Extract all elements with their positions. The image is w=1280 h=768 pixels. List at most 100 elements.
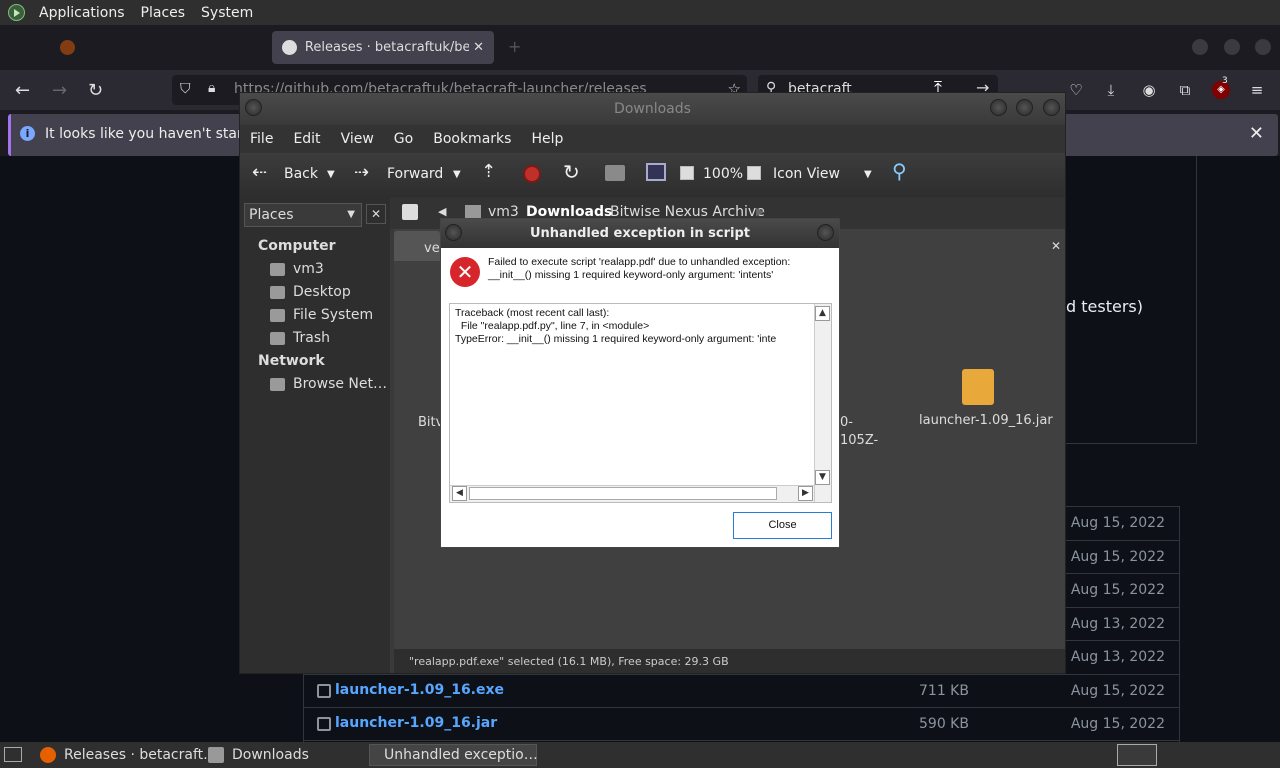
back-dropdown-icon[interactable]: ▼ xyxy=(327,169,335,180)
tab-releases[interactable]: Releases · betacraftuk/beta ✕ xyxy=(272,31,494,64)
task-firefox[interactable]: Releases · betacraft… xyxy=(34,744,223,766)
drive-icon xyxy=(270,308,285,322)
back-button[interactable]: Back xyxy=(284,166,318,182)
shield-icon[interactable]: ⛉ xyxy=(180,81,191,97)
distro-logo-icon[interactable] xyxy=(8,4,25,21)
up-icon[interactable]: ⇡ xyxy=(481,161,496,182)
tab-close-icon[interactable]: ✕ xyxy=(473,40,484,55)
zoom-out-icon[interactable] xyxy=(680,166,694,180)
asset-link[interactable]: launcher-1.09_16.jar xyxy=(335,715,497,731)
browser-tabbar: Releases · betacraftuk/beta ✕ + xyxy=(0,25,1280,70)
desktop-icon xyxy=(270,285,285,299)
workspace-switcher[interactable] xyxy=(1117,744,1157,766)
divider xyxy=(1196,156,1197,443)
stop-icon[interactable] xyxy=(523,165,541,183)
reload-icon[interactable]: ↻ xyxy=(88,80,103,101)
edit-location-icon[interactable] xyxy=(402,204,418,220)
scroll-thumb[interactable] xyxy=(469,487,777,500)
task-label: Releases · betacraft… xyxy=(64,747,218,763)
forward-dropdown-icon[interactable]: ▼ xyxy=(453,169,461,180)
close-icon[interactable] xyxy=(817,224,834,241)
forward-icon[interactable]: ⇢ xyxy=(354,162,369,183)
status-text: "realapp.pdf.exe" selected (16.1 MB), Fr… xyxy=(409,655,729,668)
view-dropdown-icon[interactable]: ▼ xyxy=(864,169,872,180)
hamburger-menu-icon[interactable]: ≡ xyxy=(1248,81,1266,99)
window-menu-icon[interactable] xyxy=(245,99,262,116)
sidebar-item-trash[interactable]: Trash xyxy=(270,330,330,346)
window-titlebar[interactable]: Downloads xyxy=(240,93,1065,125)
lock-icon[interactable]: 🔒︎ xyxy=(208,80,215,96)
horizontal-scrollbar[interactable]: ◀ ▶ xyxy=(450,485,814,502)
maximize-icon[interactable] xyxy=(1016,99,1033,116)
sidebar-item-vm3[interactable]: vm3 xyxy=(270,261,324,277)
account-icon[interactable]: ◉ xyxy=(1140,81,1158,99)
sidebar-item-network[interactable]: Browse Net… xyxy=(270,376,387,392)
sidebar-item-filesystem[interactable]: File System xyxy=(270,307,373,323)
taskbar: Releases · betacraft… Downloads Unhandle… xyxy=(0,742,1280,768)
file-label[interactable]: 0- xyxy=(840,415,853,430)
close-window-icon[interactable] xyxy=(1255,39,1271,55)
archive-file-icon[interactable] xyxy=(962,369,994,405)
divider xyxy=(1066,443,1197,444)
sidebar-item-desktop[interactable]: Desktop xyxy=(270,284,351,300)
scroll-up-icon[interactable]: ▲ xyxy=(815,306,830,321)
back-arrow-icon[interactable]: ← xyxy=(15,80,30,101)
new-tab-icon[interactable]: + xyxy=(508,37,521,56)
menu-help[interactable]: Help xyxy=(521,131,573,147)
search-icon[interactable]: ⚲ xyxy=(892,159,907,183)
menu-edit[interactable]: Edit xyxy=(283,131,330,147)
table-row: launcher-1.09_16.jar 590 KB Aug 15, 2022 xyxy=(303,707,1179,741)
asset-date: Aug 15, 2022 xyxy=(1070,515,1165,531)
menu-view[interactable]: View xyxy=(331,131,384,147)
close-icon[interactable] xyxy=(1043,99,1060,116)
tab-inactive[interactable] xyxy=(50,31,260,64)
home-icon[interactable] xyxy=(605,165,625,181)
minimize-icon[interactable] xyxy=(990,99,1007,116)
status-bar: "realapp.pdf.exe" selected (16.1 MB), Fr… xyxy=(394,649,1065,673)
file-label[interactable]: launcher-1.09_16.jar xyxy=(919,413,1053,428)
sidebar-select[interactable]: Places ▼ xyxy=(244,203,362,227)
menu-places[interactable]: Places xyxy=(133,5,194,21)
package-icon xyxy=(317,717,331,731)
forward-button[interactable]: Forward xyxy=(387,166,443,182)
notification-close-icon[interactable]: ✕ xyxy=(1249,123,1264,144)
scroll-right-icon[interactable]: ▶ xyxy=(798,486,813,501)
menu-bookmarks[interactable]: Bookmarks xyxy=(423,131,521,147)
asset-date: Aug 15, 2022 xyxy=(1070,582,1165,598)
menu-file[interactable]: File xyxy=(240,131,283,147)
close-tab-icon[interactable]: ✕ xyxy=(1051,239,1061,253)
traceback-textarea[interactable]: Traceback (most recent call last): File … xyxy=(449,303,832,503)
reload-icon[interactable]: ↻ xyxy=(563,160,580,184)
view-mode-select[interactable]: Icon View xyxy=(773,166,840,182)
crumb-left-icon[interactable]: ◀ xyxy=(438,205,446,218)
tab-partial[interactable]: ve xyxy=(394,231,440,261)
home-folder-icon xyxy=(465,205,481,219)
show-desktop-icon[interactable] xyxy=(4,747,22,762)
download-icon[interactable]: ⤓ xyxy=(1102,81,1120,99)
extensions-icon[interactable]: ⧉ xyxy=(1176,81,1194,99)
task-downloads[interactable]: Downloads xyxy=(202,744,315,766)
table-row: launcher-1.09_16.exe 711 KB Aug 15, 2022 xyxy=(303,674,1179,708)
forward-arrow-icon[interactable]: → xyxy=(52,80,67,101)
menu-applications[interactable]: Applications xyxy=(31,5,133,21)
close-sidebar-icon[interactable]: ✕ xyxy=(366,204,386,224)
close-button[interactable]: Close xyxy=(733,512,832,539)
menu-go[interactable]: Go xyxy=(384,131,423,147)
crumb-right-icon[interactable]: ▶ xyxy=(756,205,764,218)
vertical-scrollbar[interactable]: ▲ ▼ xyxy=(814,304,831,502)
firefox-icon xyxy=(60,40,75,55)
back-icon[interactable]: ⇠ xyxy=(252,162,267,183)
window-menu-icon[interactable] xyxy=(445,224,462,241)
minimize-icon[interactable] xyxy=(1192,39,1208,55)
dialog-titlebar[interactable]: Unhandled exception in script xyxy=(441,219,839,248)
zoom-in-icon[interactable] xyxy=(747,166,761,180)
file-label[interactable]: 105Z- xyxy=(840,433,878,448)
menu-system[interactable]: System xyxy=(193,5,261,21)
maximize-icon[interactable] xyxy=(1224,39,1240,55)
scroll-left-icon[interactable]: ◀ xyxy=(452,486,467,501)
scroll-down-icon[interactable]: ▼ xyxy=(815,470,830,485)
pocket-icon[interactable]: ♡ xyxy=(1067,81,1085,99)
asset-link[interactable]: launcher-1.09_16.exe xyxy=(335,682,504,698)
task-dialog[interactable]: Unhandled exceptio… xyxy=(369,744,538,766)
computer-icon[interactable] xyxy=(646,163,666,181)
